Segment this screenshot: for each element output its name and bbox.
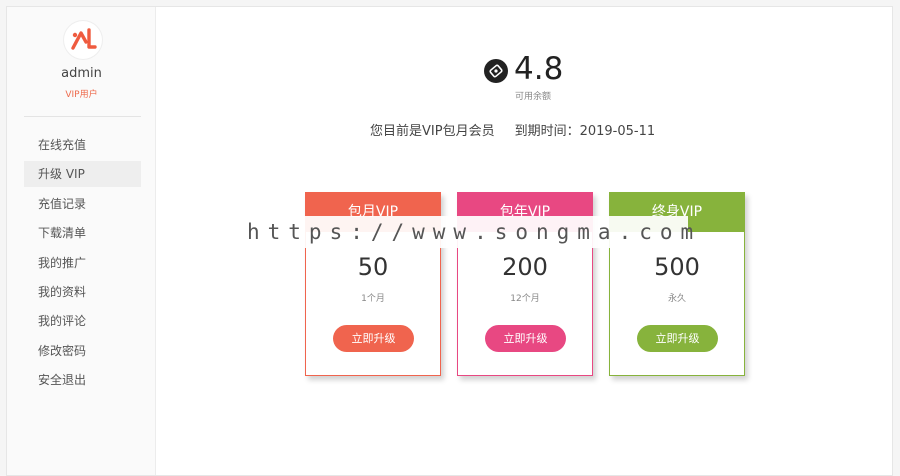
upgrade-button-lifetime[interactable]: 立即升级: [637, 325, 718, 352]
balance-value: 4.8: [514, 51, 564, 87]
avatar[interactable]: [64, 21, 102, 59]
sidebar-divider: [24, 116, 141, 117]
user-vip-badge: VIP用户: [65, 90, 98, 100]
username: admin: [61, 66, 102, 81]
plan-price: 500: [654, 253, 700, 281]
sidebar: admin VIP用户 在线充值 升级 VIP 充值记录 下载清单 我的推广 我…: [7, 7, 156, 475]
upgrade-button-monthly[interactable]: 立即升级: [333, 325, 414, 352]
sidebar-item-recharge[interactable]: 在线充值: [24, 132, 141, 158]
plan-period: 永久: [667, 294, 686, 304]
sidebar-item-profile[interactable]: 我的资料: [24, 279, 141, 305]
watermark: https://www.songma.com: [241, 216, 693, 248]
plan-price: 50: [357, 253, 389, 281]
plan-period: 1个月: [361, 294, 385, 304]
balance-label: 可用余额: [514, 92, 551, 102]
page-frame: admin VIP用户 在线充值 升级 VIP 充值记录 下载清单 我的推广 我…: [6, 6, 893, 476]
sidebar-menu: 在线充值 升级 VIP 充值记录 下载清单 我的推广 我的资料 我的评论 修改密…: [24, 132, 141, 397]
sidebar-item-change-password[interactable]: 修改密码: [24, 338, 141, 364]
sidebar-item-logout[interactable]: 安全退出: [24, 367, 141, 393]
sidebar-item-recharge-history[interactable]: 充值记录: [24, 191, 141, 217]
sidebar-item-downloads[interactable]: 下载清单: [24, 220, 141, 246]
upgrade-button-yearly[interactable]: 立即升级: [485, 325, 566, 352]
sidebar-item-upgrade-vip[interactable]: 升级 VIP: [24, 161, 141, 188]
membership-level: 您目前是VIP包月会员: [370, 124, 495, 139]
sidebar-item-referrals[interactable]: 我的推广: [24, 250, 141, 276]
plan-price: 200: [502, 253, 548, 281]
coin-icon: [484, 59, 508, 83]
expiry-date: 2019-05-11: [579, 124, 656, 139]
expiry-label: 到期时间：: [514, 124, 580, 139]
plan-period: 12个月: [510, 294, 540, 304]
brand-logo-icon: [71, 28, 97, 50]
sidebar-item-comments[interactable]: 我的评论: [24, 308, 141, 334]
membership-status: 您目前是VIP包月会员 到期时间：2019-05-11: [370, 120, 655, 139]
